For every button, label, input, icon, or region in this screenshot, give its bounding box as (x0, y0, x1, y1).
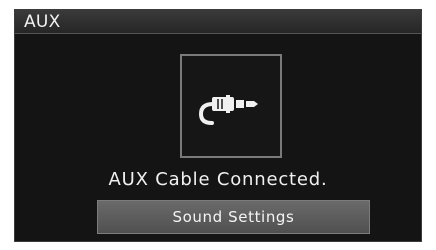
aux-screen: AUX AUX Cable Connected. Sound Settings (14, 9, 422, 242)
sound-settings-button[interactable]: Sound Settings (97, 200, 370, 234)
aux-status-box (180, 54, 282, 158)
page-title: AUX (24, 12, 61, 32)
title-bar: AUX (15, 10, 421, 34)
status-message: AUX Cable Connected. (108, 169, 328, 190)
aux-cable-icon (198, 95, 258, 125)
